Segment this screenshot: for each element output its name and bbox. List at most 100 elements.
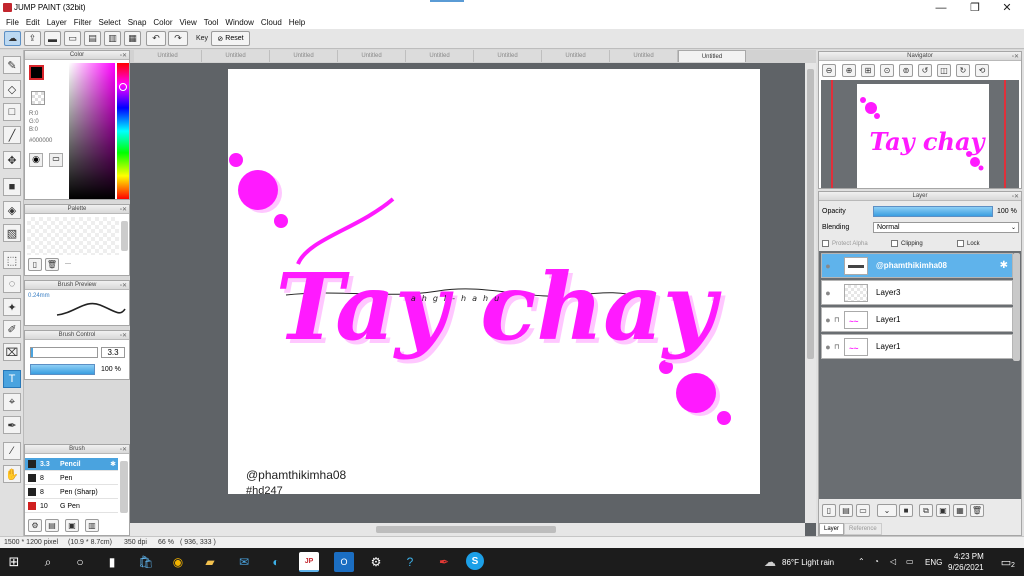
clock-time[interactable]: 4:23 PM <box>954 552 984 561</box>
store-icon[interactable]: 🛍 <box>136 552 156 572</box>
visibility-icon[interactable]: ● <box>822 342 834 352</box>
file-explorer-icon[interactable]: ▰ <box>200 552 220 572</box>
select-rect-tool-icon[interactable]: ⬚ <box>3 251 21 269</box>
palette-more-icon[interactable]: — <box>65 261 71 267</box>
merge-layer-icon[interactable]: ⧉ <box>919 504 933 517</box>
restore-button[interactable]: ❐ <box>960 0 990 16</box>
new-raster-layer-icon[interactable]: ▤ <box>839 504 853 517</box>
horizontal-scroll-thumb[interactable] <box>376 526 556 533</box>
foreground-color-swatch[interactable] <box>29 65 44 80</box>
panel-window-icon[interactable]: ▫✕ <box>1012 193 1019 202</box>
select-eraser-tool-icon[interactable]: ⌧ <box>3 343 21 361</box>
paint-app-icon[interactable]: ✒ <box>434 552 454 572</box>
balloon-tool-icon[interactable]: ✒ <box>3 416 21 434</box>
gradient-tool-icon[interactable]: ▧ <box>3 224 21 242</box>
tray-chevron-icon[interactable]: ⌃ <box>858 557 865 566</box>
clear-layer-icon[interactable]: ▦ <box>953 504 967 517</box>
layer-row-layer1-a[interactable]: ● ⊓ ~~ Layer1 <box>821 307 1013 332</box>
brush-scrollbar[interactable] <box>120 461 128 513</box>
message-icon[interactable]: ▭ <box>64 31 81 46</box>
fill-rect-tool-icon[interactable]: ■ <box>3 178 21 196</box>
menu-filter[interactable]: Filter <box>71 16 96 29</box>
undo-icon[interactable]: ↶ <box>146 31 166 46</box>
settings-icon[interactable]: ⚙ <box>366 552 386 572</box>
layer-row-layer1-b[interactable]: ● ⊓ ~~ Layer1 <box>821 334 1013 359</box>
brush-item-pen[interactable]: 8 Pen <box>25 472 118 485</box>
reset-button[interactable]: ⊘ Reset <box>211 31 250 46</box>
menu-window[interactable]: Window <box>222 16 257 29</box>
clipping-checkbox[interactable] <box>891 240 898 247</box>
delete-palette-icon[interactable]: 🗑 <box>45 258 59 271</box>
skype-icon[interactable]: S <box>466 552 484 570</box>
tab-untitled-7[interactable]: Untitled <box>542 50 610 62</box>
layer-down-icon[interactable]: ▣ <box>936 504 950 517</box>
navigator-viewport[interactable]: Tay chay <box>821 80 1019 188</box>
vertical-scroll-thumb[interactable] <box>807 69 814 359</box>
tab-untitled-6[interactable]: Untitled <box>474 50 542 62</box>
menu-select[interactable]: Select <box>95 16 124 29</box>
layer-scrollbar[interactable] <box>1013 253 1020 361</box>
page-icon[interactable]: ▥ <box>104 31 121 46</box>
chrome-icon[interactable]: ◉ <box>168 552 188 572</box>
brush-item-pen-sharp[interactable]: 8 Pen (Sharp) <box>25 486 118 499</box>
horizontal-scrollbar[interactable] <box>130 523 805 536</box>
brush-delete-icon[interactable]: ▥ <box>85 519 99 532</box>
hand-tool-icon[interactable]: ✋ <box>3 465 21 483</box>
windows-start-icon[interactable]: ⊞ <box>4 552 24 572</box>
panel-window-icon[interactable]: ▫✕ <box>120 206 127 215</box>
menu-snap[interactable]: Snap <box>125 16 151 29</box>
drawing-canvas[interactable]: Tay chay Tay chay ahgl-hahu @phamthikimh… <box>228 69 760 497</box>
move-tool-icon[interactable]: ✥ <box>3 151 21 169</box>
flip-icon[interactable]: ◫ <box>937 64 951 77</box>
lock-checkbox[interactable] <box>957 240 964 247</box>
tab-untitled-1[interactable]: Untitled <box>134 50 202 62</box>
palette-icon[interactable]: ◉ <box>29 153 43 167</box>
brush-opacity-slider[interactable] <box>30 364 95 375</box>
menu-tool[interactable]: Tool <box>201 16 223 29</box>
rotate-left-icon[interactable]: ↺ <box>918 64 932 77</box>
network-icon[interactable]: ◔ <box>874 557 879 566</box>
search-icon[interactable]: ⌕ <box>38 552 58 572</box>
rotate-reset-icon[interactable]: ⟲ <box>975 64 989 77</box>
weather-text[interactable]: 86°F Light rain <box>782 558 834 567</box>
panel-window-icon[interactable]: ▫✕ <box>120 332 127 341</box>
brush-item-pencil[interactable]: 3.3 Pencil ✱ <box>25 458 118 471</box>
jump-paint-icon[interactable]: JP <box>299 552 319 572</box>
tab-untitled-active[interactable]: Untitled <box>678 50 746 62</box>
tab-reference[interactable]: Reference <box>844 523 882 535</box>
eraser-tool-icon[interactable]: ◇ <box>3 80 21 98</box>
zoom-actual-icon[interactable]: ⊙ <box>880 64 894 77</box>
background-color-swatch[interactable] <box>31 91 45 105</box>
select-pen-tool-icon[interactable]: ✐ <box>3 320 21 338</box>
text-tool-icon[interactable]: T <box>3 370 21 388</box>
vertical-scrollbar[interactable] <box>805 63 816 523</box>
zoom-in-icon[interactable]: ⊕ <box>842 64 856 77</box>
outlook-icon[interactable]: O <box>334 552 354 572</box>
new-palette-icon[interactable]: ▯ <box>28 258 42 271</box>
blending-select[interactable]: Normal ⌄ <box>873 222 1019 233</box>
panel-window-icon[interactable]: ▫✕ <box>120 52 127 61</box>
menu-file[interactable]: File <box>3 16 23 29</box>
brush-folder-icon[interactable]: ▤ <box>45 519 59 532</box>
palette-grid[interactable] <box>27 217 119 255</box>
layer-row-phamthikimha08[interactable]: ● @phamthikimha08 ✱ <box>821 253 1013 278</box>
menu-layer[interactable]: Layer <box>44 16 71 29</box>
delete-layer-icon[interactable]: 🗑 <box>970 504 984 517</box>
comment-icon[interactable]: ▬ <box>44 31 61 46</box>
tab-untitled-5[interactable]: Untitled <box>406 50 474 62</box>
document-icon[interactable]: ▤ <box>84 31 101 46</box>
brush-item-g-pen[interactable]: 10 G Pen <box>25 500 118 513</box>
help-icon[interactable]: ? <box>400 552 420 572</box>
brush-tool-icon[interactable]: ✎ <box>3 56 21 74</box>
tab-untitled-4[interactable]: Untitled <box>338 50 406 62</box>
clock-date[interactable]: 9/26/2021 <box>948 563 984 572</box>
menu-view[interactable]: View <box>177 16 201 29</box>
mail-icon[interactable]: ✉ <box>234 552 254 572</box>
image-icon[interactable]: ▦ <box>124 31 141 46</box>
widgets-icon[interactable]: ▮ <box>102 552 122 572</box>
battery-icon[interactable]: ▭ <box>906 557 914 566</box>
menu-color[interactable]: Color <box>150 16 176 29</box>
line-tool-icon[interactable]: ╱ <box>3 126 21 144</box>
weather-icon[interactable]: ☁ <box>760 552 780 572</box>
layer-type-dropdown[interactable]: ⌄ <box>877 504 897 517</box>
